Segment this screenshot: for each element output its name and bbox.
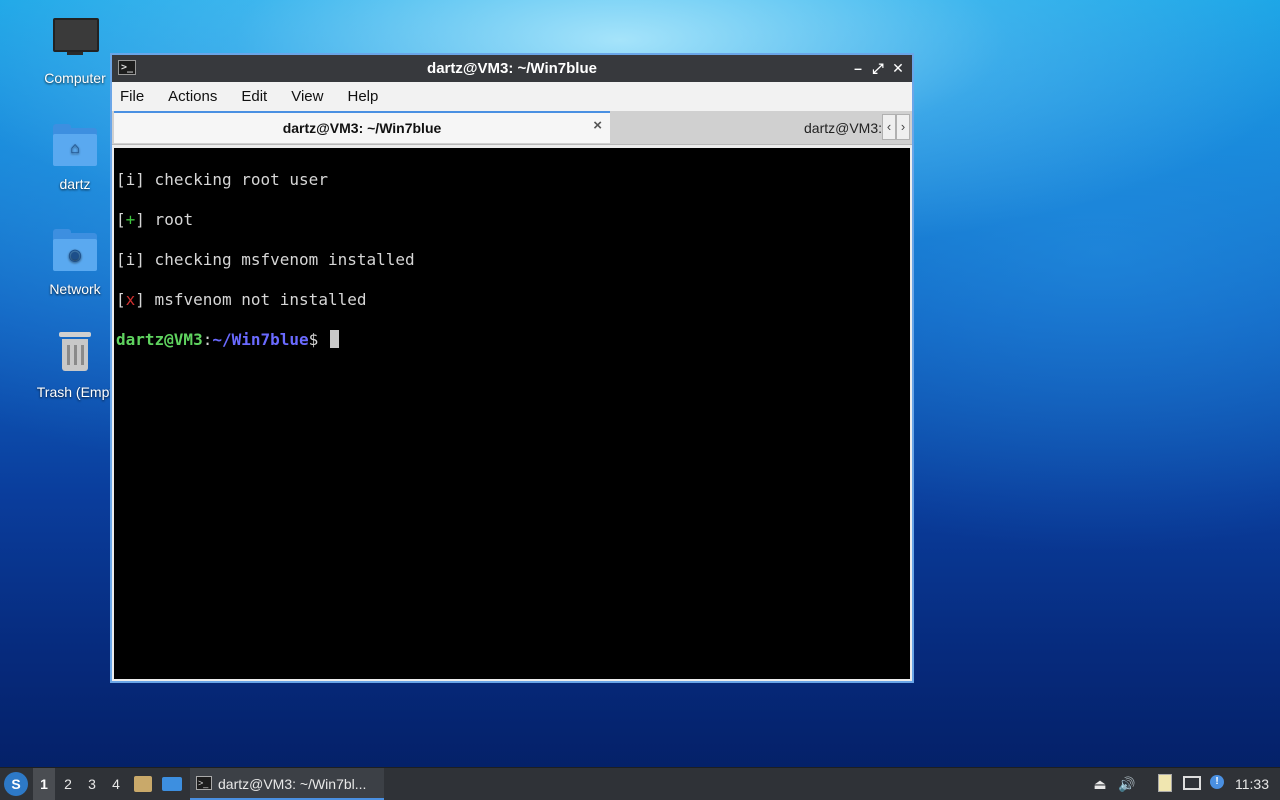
taskbar: S 1 2 3 4 >_ dartz@VM3: ~/Win7bl... ⏏ 🔊 … — [0, 767, 1280, 800]
computer-icon — [51, 16, 99, 64]
volume-icon[interactable]: 🔊 — [1117, 768, 1137, 800]
clipboard-icon[interactable] — [1155, 768, 1175, 800]
terminal-line: [+] root — [116, 210, 194, 229]
eject-icon[interactable]: ⏏ — [1090, 768, 1110, 800]
tab-inactive[interactable]: dartz@VM3: ~/Win7blue — [612, 111, 882, 143]
desktop-switch-1[interactable]: 1 — [33, 768, 55, 800]
desktop-switch-4[interactable]: 4 — [105, 768, 127, 800]
desktop: Computer ⌂ dartz ◉ Network Trash (Empt >… — [0, 0, 1280, 800]
terminal-prompt[interactable]: dartz@VM3:~/Win7blue$ — [116, 330, 339, 349]
network-folder-icon: ◉ — [51, 227, 99, 275]
terminal-output[interactable]: [i] checking root user [+] root [i] chec… — [114, 148, 910, 679]
window-titlebar[interactable]: >_ dartz@VM3: ~/Win7blue – ⤢ ✕ — [112, 55, 912, 82]
terminal-line: [x] msfvenom not installed — [116, 290, 367, 309]
tab-label: dartz@VM3: ~/Win7blue — [804, 120, 882, 136]
terminal-icon: >_ — [196, 776, 212, 790]
tab-bar: dartz@VM3: ~/Win7blue × dartz@VM3: ~/Win… — [112, 111, 912, 145]
network-icon[interactable] — [1182, 768, 1202, 800]
trash-icon — [51, 330, 99, 378]
lubuntu-start-icon[interactable]: S — [4, 772, 28, 796]
menu-help[interactable]: Help — [347, 88, 378, 105]
home-folder-icon: ⌂ — [51, 122, 99, 170]
menu-file[interactable]: File — [120, 88, 144, 105]
menu-actions[interactable]: Actions — [168, 88, 217, 105]
clock[interactable]: 11:33 — [1232, 768, 1272, 800]
close-button[interactable]: ✕ — [888, 58, 908, 78]
taskbar-task-terminal[interactable]: >_ dartz@VM3: ~/Win7bl... — [190, 768, 384, 800]
minimize-button[interactable]: – — [848, 58, 868, 78]
desktop-switch-2[interactable]: 2 — [57, 768, 79, 800]
text-cursor — [329, 330, 339, 348]
menu-view[interactable]: View — [291, 88, 323, 105]
menu-edit[interactable]: Edit — [241, 88, 267, 105]
show-desktop-icon[interactable] — [162, 768, 184, 800]
tab-scroll-right-button[interactable]: › — [896, 114, 910, 140]
tab-scroll-left-button[interactable]: ‹ — [882, 114, 896, 140]
update-icon[interactable]: ! — [1207, 768, 1227, 800]
terminal-line: [i] checking root user — [116, 170, 328, 189]
tab-label: dartz@VM3: ~/Win7blue — [282, 120, 442, 136]
maximize-button[interactable]: ⤢ — [868, 58, 888, 78]
terminal-line: [i] checking msfvenom installed — [116, 250, 415, 269]
menu-bar: File Actions Edit View Help — [112, 82, 912, 111]
desktop-switch-3[interactable]: 3 — [81, 768, 103, 800]
file-manager-icon[interactable] — [134, 768, 154, 800]
tab-close-button[interactable]: × — [593, 117, 602, 134]
tab-active[interactable]: dartz@VM3: ~/Win7blue × — [114, 111, 610, 143]
window-title: dartz@VM3: ~/Win7blue — [427, 60, 597, 77]
terminal-window: >_ dartz@VM3: ~/Win7blue – ⤢ ✕ File Acti… — [110, 53, 914, 683]
task-label: dartz@VM3: ~/Win7bl... — [218, 776, 367, 792]
